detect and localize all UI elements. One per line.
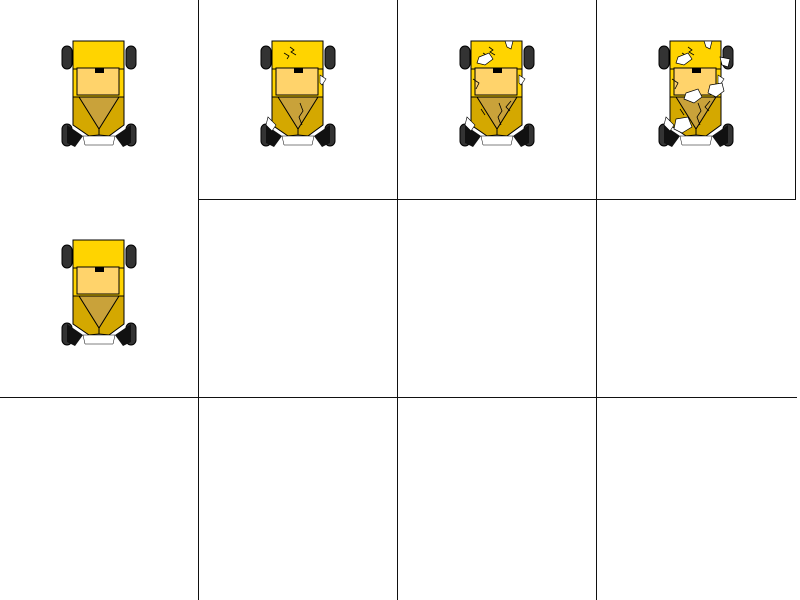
bumper	[82, 135, 116, 146]
sprite-buggy-damage-3	[658, 39, 734, 149]
wheel-rear-right	[125, 244, 137, 269]
wheel-rear-left	[459, 45, 471, 70]
grid-line-h1-right	[198, 199, 796, 200]
sprite-sheet	[0, 0, 800, 600]
wheel-rear-right	[324, 45, 336, 70]
cockpit-slot	[294, 68, 303, 73]
wheel-rear-right	[125, 45, 137, 70]
bumper	[82, 334, 116, 345]
buggy-damage-2-graphic	[459, 40, 535, 147]
grid-line-v2	[397, 0, 398, 600]
wheel-rear-left	[658, 45, 670, 70]
wheel-rear-right	[523, 45, 535, 70]
cockpit-slot	[95, 68, 104, 73]
buggy-intact-graphic	[61, 40, 137, 147]
sprite-buggy-damage-2	[459, 39, 535, 149]
sprite-buggy-intact-alt	[61, 238, 137, 348]
wheel-rear-left	[61, 244, 73, 269]
cockpit-slot	[95, 267, 104, 272]
body-top	[470, 40, 523, 72]
grid-line-h2	[0, 397, 797, 398]
grid-line-v4	[795, 0, 796, 200]
body-top	[72, 40, 125, 72]
body-top	[72, 239, 125, 271]
cockpit-slot	[692, 68, 701, 73]
cockpit-slot	[493, 68, 502, 73]
bumper	[281, 135, 315, 146]
grid-line-v3	[596, 0, 597, 600]
body-top	[271, 40, 324, 72]
buggy-intact-alt-graphic	[61, 239, 137, 346]
buggy-damage-1-graphic	[260, 40, 336, 147]
wheel-rear-left	[61, 45, 73, 70]
buggy-damage-3-graphic	[658, 40, 734, 147]
bumper	[679, 135, 713, 146]
body-top	[669, 40, 722, 72]
sprite-buggy-intact	[61, 39, 137, 149]
sprite-buggy-damage-1	[260, 39, 336, 149]
grid-line-v1	[198, 0, 199, 600]
wheel-rear-left	[260, 45, 272, 70]
bumper	[480, 135, 514, 146]
